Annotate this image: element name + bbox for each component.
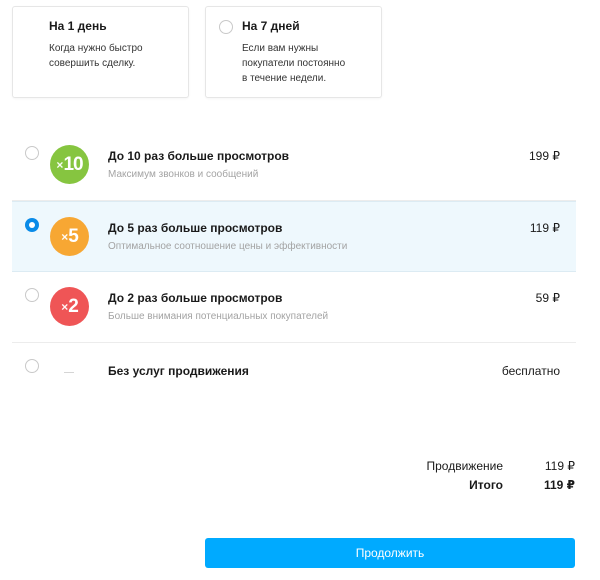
duration-1-day-desc: Когда нужно быстро совершить сделку.	[49, 43, 143, 69]
radio-x2[interactable]	[25, 288, 39, 302]
radio-7-days[interactable]	[219, 20, 233, 34]
promotion-x5-price: 119 ₽	[529, 221, 560, 235]
promotion-x2-subtitle: Больше внимания потенциальных покупателе…	[108, 311, 329, 322]
x5-badge-icon: × 5	[50, 217, 89, 256]
summary-promotion-label: Продвижение	[426, 458, 504, 473]
continue-button[interactable]: Продолжить	[205, 538, 575, 568]
summary-total-line: Итого 119 ₽	[403, 475, 575, 494]
promotion-x10-price: 199 ₽	[529, 149, 560, 163]
duration-1-day-title: На 1 день	[49, 19, 107, 33]
summary-promotion-line: Продвижение 119 ₽	[403, 456, 576, 475]
order-summary: Продвижение 119 ₽ Итого 119 ₽	[403, 456, 576, 494]
summary-total-value: 119 ₽	[543, 477, 575, 492]
no-badge-dash	[64, 372, 74, 373]
promotion-option-x2[interactable]: × 2 До 2 раз больше просмотров Больше вни…	[12, 272, 576, 343]
promotion-x2-title: До 2 раз больше просмотров	[108, 291, 283, 305]
duration-option-7-days[interactable]: На 7 дней Если вам нужны покупатели пост…	[205, 6, 382, 98]
promotion-none-title: Без услуг продвижения	[108, 364, 249, 378]
promotion-x2-price: 59 ₽	[535, 291, 560, 305]
radio-x10[interactable]	[25, 146, 39, 160]
promotion-x10-title: До 10 раз больше просмотров	[108, 149, 290, 163]
summary-total-label: Итого	[469, 477, 503, 492]
promotion-x10-subtitle: Максимум звонков и сообщений	[108, 169, 259, 180]
duration-option-1-day[interactable]: На 1 день Когда нужно быстро совершить с…	[12, 6, 189, 98]
duration-7-days-desc: Если вам нужны покупатели постоянно в те…	[242, 43, 346, 84]
radio-x5[interactable]	[25, 218, 39, 232]
x10-badge-icon: × 10	[50, 145, 89, 184]
summary-promotion-value: 119 ₽	[544, 458, 575, 473]
promotion-option-x5[interactable]: × 5 До 5 раз больше просмотров Оптимально…	[12, 201, 576, 272]
x2-badge-icon: × 2	[50, 287, 89, 326]
promotion-none-price: бесплатно	[501, 364, 560, 378]
promotion-x5-title: До 5 раз больше просмотров	[108, 221, 283, 235]
duration-7-days-title: На 7 дней	[242, 19, 300, 33]
promotion-option-x10[interactable]: × 10 До 10 раз больше просмотров Максимум…	[12, 130, 576, 201]
radio-none[interactable]	[25, 359, 39, 373]
promotion-option-none[interactable]: Без услуг продвижения бесплатно	[12, 343, 576, 414]
promotion-x5-subtitle: Оптимальное соотношение цены и эффективн…	[108, 241, 348, 252]
